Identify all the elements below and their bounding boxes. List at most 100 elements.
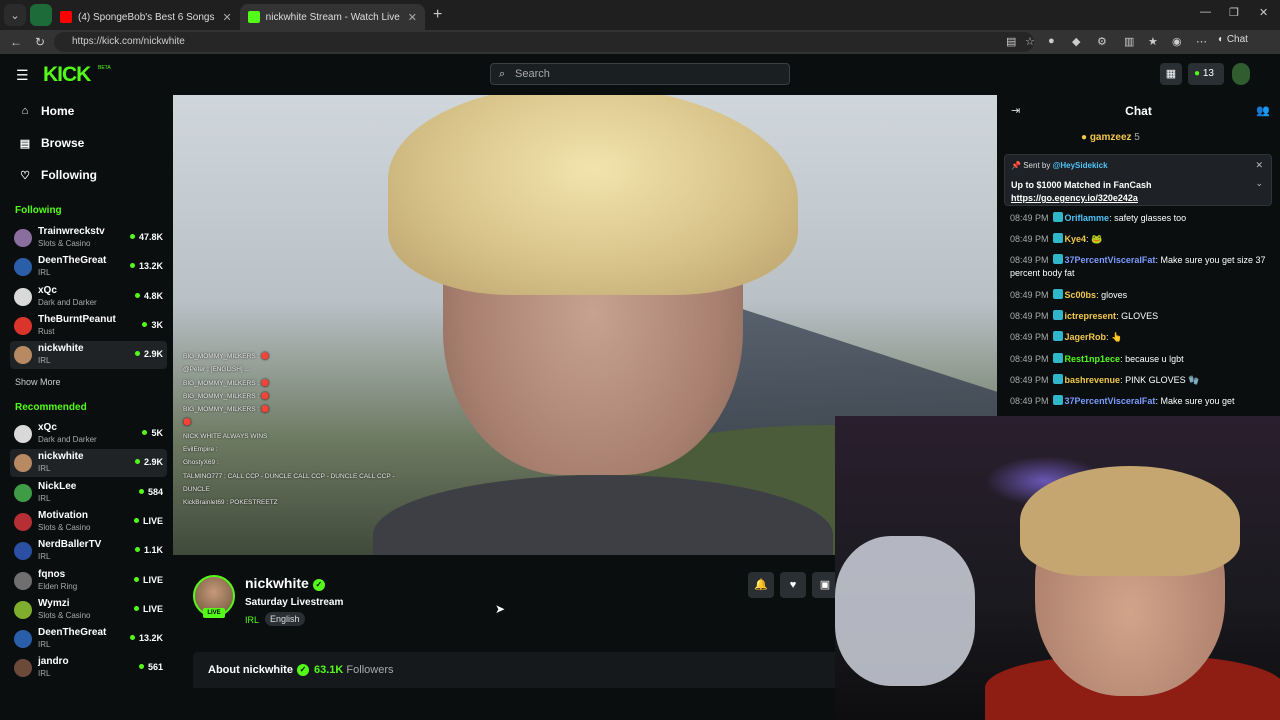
sidebar-channel[interactable]: nickwhite IRL 2.9K <box>10 341 167 370</box>
sidebar-channel[interactable]: jandro IRL 561 <box>10 654 167 682</box>
tab-actions-icon[interactable]: ⌄ <box>4 4 26 26</box>
follow-heart-icon[interactable]: ♥ <box>780 572 806 598</box>
tab-youtube[interactable]: (4) SpongeBob's Best 6 Songs ✕ <box>52 4 240 30</box>
sidebar-channel[interactable]: NickLee IRL 584 <box>10 479 167 507</box>
nav-home[interactable]: ⌂ Home <box>18 101 75 121</box>
message-user[interactable]: Rest1np1ece <box>1065 354 1121 364</box>
kick-logo[interactable]: KICK <box>43 63 91 87</box>
followers-label: Followers <box>346 664 394 676</box>
more-icon[interactable]: ⋯ <box>1196 35 1207 48</box>
sidebar-channel[interactable]: Wymzi Slots & Casino LIVE <box>10 596 167 624</box>
restore-icon[interactable]: ❐ <box>1229 6 1239 19</box>
pin-icon: 📌 <box>1011 161 1021 170</box>
stream-category[interactable]: IRL <box>245 615 259 625</box>
avatar[interactable] <box>1232 63 1250 85</box>
youtube-icon <box>60 11 72 23</box>
avatar <box>14 600 32 619</box>
sidebar-channel[interactable]: Trainwreckstv Slots & Casino 47.8K <box>10 224 167 252</box>
layout-icon[interactable]: ▦ <box>1160 63 1182 85</box>
extension-icon[interactable]: ◆ <box>1072 35 1080 48</box>
message-user[interactable]: Sc00bs <box>1065 290 1097 300</box>
sidebar-channel[interactable]: DeenTheGreat IRL 13.2K <box>10 253 167 281</box>
message-user[interactable]: ictrepresent <box>1065 311 1117 321</box>
sidebar-channel[interactable]: fqnos Elden Ring LIVE <box>10 567 167 595</box>
mouse-cursor: ➤ <box>495 602 506 616</box>
message-user[interactable]: JagerRob <box>1065 332 1107 342</box>
sidebar-channel[interactable]: DeenTheGreat IRL 13.2K <box>10 625 167 653</box>
sidebar-channel[interactable]: xQc Dark and Darker 5K <box>10 420 167 448</box>
site-header: ☰ KICK BETA ⌕ Search ▦ ● 13 <box>0 54 1280 94</box>
avatar <box>14 630 32 649</box>
streamer-hair <box>388 95 798 295</box>
about-label-text: About nickwhite <box>208 664 293 676</box>
message-time: 08:49 PM <box>1010 290 1049 300</box>
message-text: PINK GLOVES 🧤 <box>1125 375 1200 385</box>
message-user[interactable]: Oriflamme <box>1065 213 1110 223</box>
copilot-icon: ◐ <box>1218 34 1227 45</box>
message-user[interactable]: 37PercentVisceralFat <box>1065 255 1156 265</box>
close-tab-icon[interactable]: ✕ <box>408 11 417 24</box>
verified-icon: ✓ <box>296 664 309 676</box>
favorites-icon[interactable]: ★ <box>1148 35 1158 48</box>
back-icon[interactable]: ← <box>8 35 24 49</box>
kick-icon <box>247 11 260 23</box>
sidebar-channel[interactable]: TheBurntPeanut Rust 3K <box>10 312 167 340</box>
search-input[interactable]: ⌕ Search <box>490 63 790 85</box>
refresh-icon[interactable]: ↻ <box>32 35 48 49</box>
pinned-link[interactable]: https://go.egency.io/320e242a <box>1011 193 1138 203</box>
webcam-pillow <box>835 536 975 686</box>
url-field[interactable]: https://kick.com/nickwhite <box>54 32 1034 52</box>
tab-kick[interactable]: nickwhite Stream - Watch Live ✕ <box>239 4 426 30</box>
minimize-icon[interactable]: — <box>1200 6 1211 18</box>
extensions-icon[interactable]: ⚙ <box>1097 35 1107 48</box>
avatar <box>14 316 32 335</box>
sidebar-channel[interactable]: xQc Dark and Darker 4.8K <box>10 283 167 311</box>
message-user[interactable]: Kye4 <box>1065 234 1087 244</box>
chat-button-label: Chat <box>1226 34 1248 45</box>
tab-title: (4) SpongeBob's Best 6 Songs <box>78 11 215 23</box>
hide-pin-icon[interactable]: ✕ <box>1255 160 1263 171</box>
profile-icon[interactable]: ◉ <box>1172 35 1182 48</box>
chat-panel: ⇥ Chat 👥 ● gamzeez 5 📌 Sent by @HeySidek… <box>997 94 1280 416</box>
message-user[interactable]: 37PercentVisceralFat <box>1065 396 1156 406</box>
nav-browse[interactable]: ▤ Browse <box>18 133 85 153</box>
chat-users-icon[interactable]: 👥 <box>1256 104 1270 117</box>
extension-icon[interactable]: ● <box>1048 35 1055 47</box>
channel-category: IRL <box>38 640 51 650</box>
new-tab-button[interactable]: + <box>433 6 442 24</box>
star-icon[interactable]: ☆ <box>1025 35 1035 48</box>
channel-name: fqnos <box>38 568 66 580</box>
pinned-message: 📌 Sent by @HeySidekick ✕ ⌄ Up to $1000 M… <box>1004 154 1272 206</box>
gifter-leaderboard[interactable]: ● gamzeez 5 <box>1081 132 1140 143</box>
viewer-count: 3K <box>142 320 163 330</box>
sheets-tab-icon[interactable] <box>30 4 52 26</box>
sidebar-channel[interactable]: Motivation Slots & Casino LIVE <box>10 508 167 536</box>
message-text: 🐸 <box>1091 234 1103 244</box>
overlay-chat-line: BIG_MOMMY_MILKERS : 🛑 <box>183 406 270 414</box>
close-tab-icon[interactable]: ✕ <box>222 11 231 24</box>
split-icon[interactable]: ▥ <box>1124 35 1134 48</box>
streamer-name[interactable]: nickwhite ✓ <box>245 575 325 591</box>
menu-icon[interactable]: ☰ <box>16 67 29 84</box>
message-time: 08:49 PM <box>1010 255 1049 265</box>
webcam-hair <box>1020 466 1240 576</box>
close-window-icon[interactable]: ✕ <box>1259 6 1268 19</box>
stream-language[interactable]: English <box>265 612 305 626</box>
viewer-count: 2.9K <box>135 457 163 467</box>
avatar <box>14 454 32 473</box>
sidebar-channel[interactable]: NerdBallerTV IRL 1.1K <box>10 537 167 565</box>
reader-icon[interactable]: ▤ <box>1006 35 1016 48</box>
message-time: 08:49 PM <box>1010 234 1049 244</box>
message-user[interactable]: bashrevenue <box>1065 375 1121 385</box>
notification-bell-icon[interactable]: 🔔 <box>748 572 774 598</box>
copilot-chat-button[interactable]: ◐ Chat <box>1218 34 1248 45</box>
sidebar-channel[interactable]: nickwhite IRL 2.9K <box>10 449 167 478</box>
channel-name: NerdBallerTV <box>38 539 102 551</box>
expand-pin-icon[interactable]: ⌄ <box>1255 178 1263 189</box>
pinned-sender-user[interactable]: @HeySidekick <box>1053 161 1108 170</box>
nav-following[interactable]: ♡ Following <box>18 165 97 185</box>
points-badge[interactable]: ● 13 <box>1188 63 1224 85</box>
message-text: gloves <box>1101 290 1128 300</box>
show-more-link[interactable]: Show More <box>15 377 61 387</box>
following-heading: Following <box>15 205 62 216</box>
